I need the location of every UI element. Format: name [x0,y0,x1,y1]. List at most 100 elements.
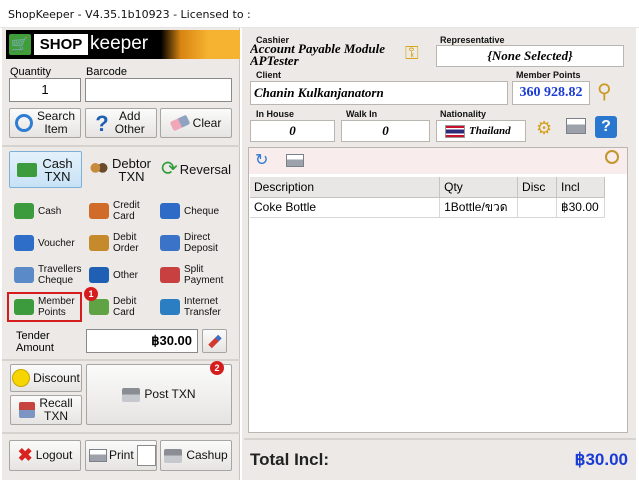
member-points-label: Member Points [516,70,581,80]
payment-method-label: Direct Deposit [184,232,218,254]
member-points-highlight [7,292,82,322]
payment-method-internet-transfer[interactable]: Internet Transfer [160,294,228,320]
debtor-txn-label: Debtor TXN [111,155,152,184]
logo-keeper-text: keeper [90,33,149,54]
total-label: Total Incl: [250,450,330,469]
logout-label: Logout [35,448,73,462]
search-item-label: Search Item [37,109,76,136]
barcode-input[interactable] [85,78,232,102]
payment-method-label: Credit Card [113,200,140,222]
cheque-icon [160,203,180,219]
printer-icon[interactable] [286,154,304,167]
printer-icon[interactable] [566,118,586,134]
column-header[interactable]: Incl [556,177,605,198]
payment-method-label: Split Payment [184,264,224,286]
payment-method-debit-order[interactable]: Debit Order [89,230,157,256]
printer-icon [89,449,107,462]
globe-icon [160,299,180,315]
print-button[interactable]: Print [85,440,157,471]
logo-banner [161,30,240,59]
reversal-button[interactable]: ⟳ Reversal [160,151,232,188]
barcode-label: Barcode [86,66,127,78]
separator [2,145,240,147]
callout-badge-2: 2 [210,361,224,375]
travellers-cheque-icon [14,267,34,283]
debtor-txn-button[interactable]: Debtor TXN [85,151,157,188]
cashier-value: Account Payable Module APTester [250,43,400,67]
cash-register-icon [164,448,183,463]
nationality-field[interactable]: Thailand [436,120,526,142]
discount-label: Discount [33,370,80,385]
search-icon [15,114,33,132]
tender-amount-field[interactable]: ฿30.00 [86,329,198,353]
logout-button[interactable]: ✖ Logout [9,440,81,471]
people-settings-icon[interactable]: ⚙ [536,118,552,139]
member-points-value: 360 928.82 [512,81,590,105]
people-icon [89,162,108,177]
cell-incl: ฿30.00 [556,197,605,218]
client-field[interactable]: Chanin Kulkanjanatorn [250,81,508,105]
table-row[interactable]: Coke Bottle 1Bottle/ขวด ฿30.00 [250,197,605,218]
edit-tender-button[interactable] [202,329,227,353]
cashier-user: APTester [250,53,299,67]
refresh-icon[interactable]: ↻ [255,150,268,170]
payment-method-cash[interactable]: Cash [14,198,82,224]
post-txn-label: Post TXN [144,387,196,401]
print-label: Print [109,448,134,462]
close-icon: ✖ [17,445,33,465]
representative-label: Representative [440,35,505,45]
table-header-row: Description Qty Disc Incl [250,177,605,198]
debit-order-icon [89,235,109,251]
recall-txn-label: Recall TXN [39,396,73,423]
payment-method-split-payment[interactable]: Split Payment [160,262,228,288]
walk-in-field[interactable]: 0 [341,120,430,142]
discount-button[interactable]: Discount [10,364,82,392]
payment-method-cheque[interactable]: Cheque [160,198,228,224]
add-other-button[interactable]: ? Add Other [85,108,157,138]
tender-amount-label: Tender Amount [16,330,54,354]
window-title: ShopKeeper - V4.35.1b10923 - Licensed to… [8,8,251,21]
search-icon[interactable] [605,150,619,164]
key-icon[interactable]: ⚿ [405,43,419,64]
cash-txn-button[interactable]: Cash TXN [9,151,82,188]
voucher-icon [14,235,34,251]
smiley-icon [12,369,31,387]
payment-method-credit-card[interactable]: Credit Card [89,198,157,224]
payment-method-label: Voucher [38,237,75,249]
reversal-label: Reversal [179,162,232,177]
payment-method-label: Debit Order [113,232,139,254]
cash-register-icon [122,387,141,402]
payment-method-label: Debit Card [113,296,137,318]
payment-method-other[interactable]: Other [89,262,157,288]
column-header[interactable]: Description [250,177,441,198]
payment-method-travellers-cheque[interactable]: Travellers Cheque [14,262,82,288]
payment-method-debit-card[interactable]: Debit Card [89,294,157,320]
print-copies-box[interactable] [136,445,156,466]
refresh-icon: ⟳ [160,158,178,180]
separator [2,432,240,434]
help-icon[interactable]: ? [595,116,617,138]
payment-method-label: Internet Transfer [184,296,221,318]
direct-deposit-icon [160,235,180,251]
in-house-field[interactable]: 0 [250,120,335,142]
payment-method-direct-deposit[interactable]: Direct Deposit [160,230,228,256]
clear-label: Clear [192,115,222,130]
payment-method-label: Travellers Cheque [38,264,82,286]
clear-button[interactable]: Clear [160,108,232,138]
cashup-button[interactable]: Cashup [160,440,232,471]
cell-description: Coke Bottle [250,197,441,218]
column-header[interactable]: Disc [517,177,557,198]
recall-txn-button[interactable]: Recall TXN [10,395,82,425]
search-item-button[interactable]: Search Item [9,108,81,138]
payment-method-voucher[interactable]: Voucher [14,230,82,256]
add-other-label: Add Other [114,109,145,136]
representative-field[interactable]: {None Selected} [436,45,624,67]
eraser-icon [169,114,190,132]
split-payment-icon [160,267,180,283]
column-header[interactable]: Qty [439,177,519,198]
post-txn-button[interactable]: Post TXN [86,364,232,425]
search-client-icon[interactable]: ⚲ [597,79,612,104]
quantity-field[interactable]: 1 [9,78,81,102]
separator [2,359,240,361]
walk-in-label: Walk In [346,109,378,119]
